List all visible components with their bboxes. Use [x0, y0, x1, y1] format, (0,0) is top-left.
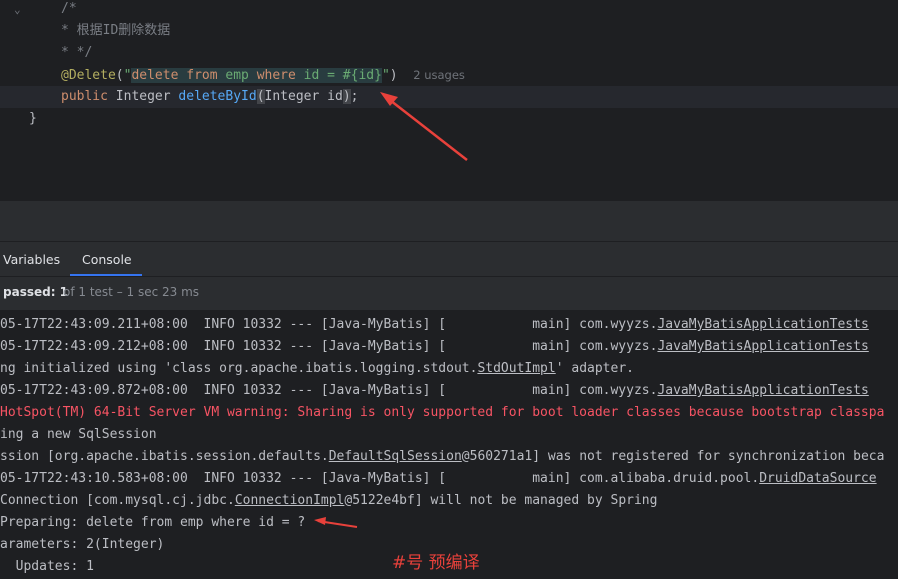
method-signature-line[interactable]: public Integer deleteById(Integer id);	[61, 86, 358, 108]
console-line: 05-17T22:43:09.212+08:00 INFO 10332 --- …	[0, 339, 869, 354]
class-link[interactable]: DefaultSqlSession	[329, 449, 462, 464]
console-line: 05-17T22:43:09.872+08:00 INFO 10332 --- …	[0, 383, 869, 398]
console-sql-updates-line: Updates: 1	[0, 559, 94, 574]
panel-divider[interactable]	[0, 201, 898, 241]
comment-line-1: /*	[61, 1, 77, 16]
comment-line-2: * 根据ID删除数据	[61, 23, 171, 38]
class-link[interactable]: ConnectionImpl	[235, 493, 345, 508]
console-output[interactable]: 05-17T22:43:09.211+08:00 INFO 10332 --- …	[0, 311, 898, 579]
code-editor[interactable]: ⌄ /* * 根据ID删除数据 * */ @Delete("delete fro…	[0, 0, 898, 201]
class-link[interactable]: StdOutImpl	[477, 361, 555, 376]
console-line: 05-17T22:43:09.211+08:00 INFO 10332 --- …	[0, 317, 869, 332]
tab-variables[interactable]: Variables	[3, 242, 60, 277]
usages-hint[interactable]: 2 usages	[413, 68, 465, 82]
console-line: ing a new SqlSession	[0, 427, 157, 442]
console-sql-preparing-line: Preparing: delete from emp where id = ?	[0, 515, 306, 530]
active-tab-indicator	[70, 274, 142, 276]
tab-console[interactable]: Console	[82, 242, 132, 277]
console-sql-parameters-line: arameters: 2(Integer)	[0, 537, 165, 552]
comment-line-3: * */	[61, 45, 93, 60]
tool-window-tabs: Variables Console	[0, 241, 898, 277]
fold-chevron-icon[interactable]: ⌄	[14, 3, 21, 16]
closing-brace-line: }	[29, 111, 37, 126]
console-line: ng initialized using 'class org.apache.i…	[0, 361, 634, 376]
annotation-note: #号 预编译	[392, 553, 480, 573]
test-duration: of 1 test – 1 sec 23 ms	[63, 285, 200, 299]
console-line: 05-17T22:43:10.583+08:00 INFO 10332 --- …	[0, 471, 877, 486]
console-line: ssion [org.apache.ibatis.session.default…	[0, 449, 885, 464]
passed-count: passed: 1	[3, 285, 69, 299]
test-status-bar: passed: 1 of 1 test – 1 sec 23 ms	[0, 277, 898, 311]
console-line: Connection [com.mysql.cj.jdbc.Connection…	[0, 493, 658, 508]
delete-annotation-line[interactable]: @Delete("delete from emp where id = #{id…	[61, 64, 465, 86]
console-warning-line: HotSpot(TM) 64-Bit Server VM warning: Sh…	[0, 405, 885, 420]
sql-string: delete from emp where id = #{id}	[131, 68, 382, 83]
